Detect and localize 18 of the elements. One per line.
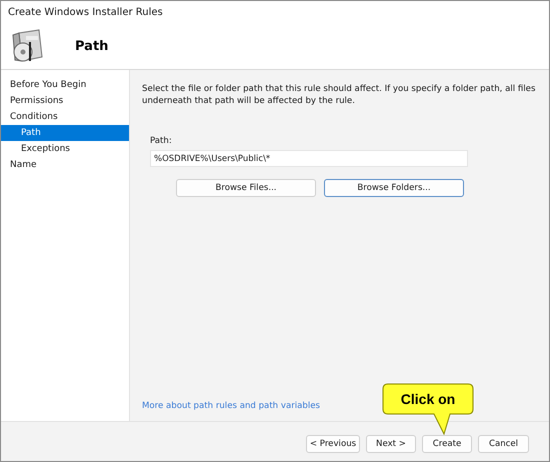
sidebar-item[interactable]: Path — [1, 125, 129, 141]
footer-button[interactable]: Cancel — [478, 434, 529, 452]
footer-button[interactable]: < Previous — [306, 434, 360, 452]
browse-button[interactable]: Browse Folders... — [324, 179, 464, 197]
description-text: Select the file or folder path that this rule should affect. If you specify a folder path, all files underneath that path will be affected by the rule. — [142, 83, 536, 107]
callout: Click on — [382, 383, 474, 435]
window-title: Create Windows Installer Rules — [8, 6, 163, 18]
footer-button[interactable]: Create — [422, 434, 472, 452]
page-title: Path — [75, 38, 108, 54]
footer-button[interactable]: Next > — [366, 434, 416, 452]
sidebar-item[interactable]: Conditions — [1, 109, 129, 125]
browse-button[interactable]: Browse Files... — [176, 179, 316, 197]
sidebar-item[interactable]: Name — [1, 157, 129, 173]
sidebar-item[interactable]: Before You Begin — [1, 77, 129, 93]
sidebar-item[interactable]: Permissions — [1, 93, 129, 109]
field-label: Path: — [150, 136, 173, 146]
sidebar-item[interactable]: Exceptions — [1, 141, 129, 157]
path-field[interactable]: %OSDRIVE%\Users\Public\* — [150, 150, 468, 167]
